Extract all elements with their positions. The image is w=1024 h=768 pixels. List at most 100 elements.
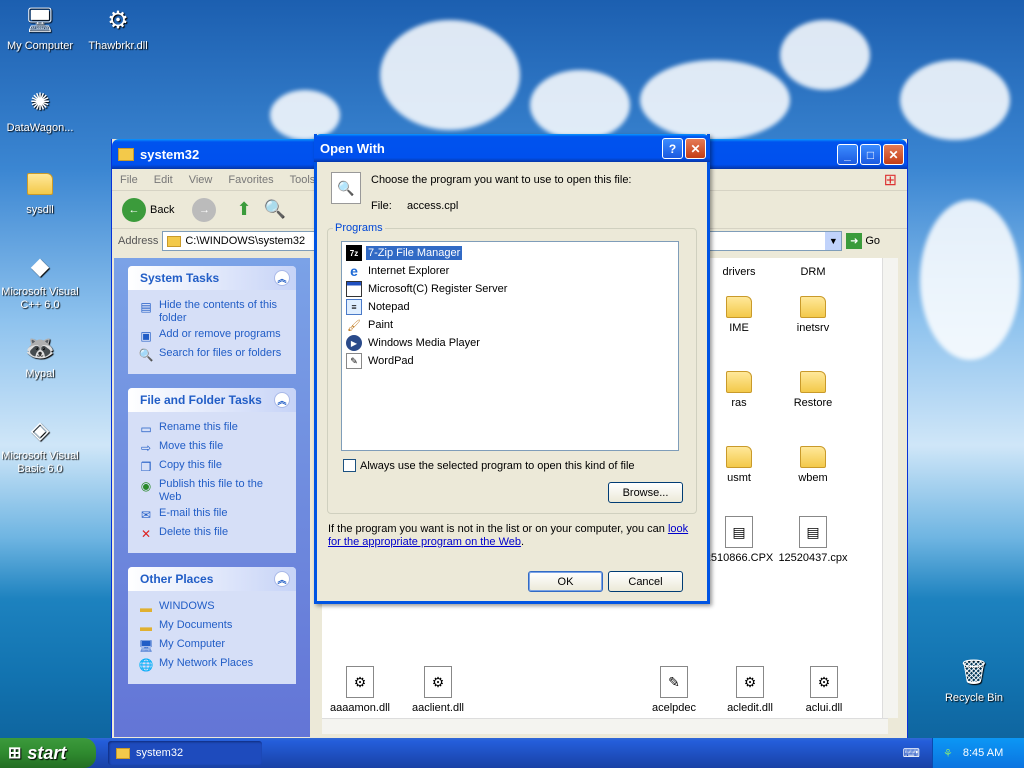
file-item[interactable]: ⚙ aaclient.dll (398, 666, 478, 714)
program-7zip[interactable]: 7z 7-Zip File Manager (342, 244, 678, 262)
desktop-icon-datawagon[interactable]: ✺ DataWagon... (0, 86, 80, 135)
address-label: Address (118, 235, 159, 247)
file-label: inetsrv (796, 322, 830, 334)
task-publish-file[interactable]: ◉ Publish this file to the Web (138, 478, 288, 504)
panel-header[interactable]: File and Folder Tasks ︽ (128, 388, 296, 412)
forward-arrow-icon[interactable]: → (192, 197, 217, 222)
desktop-icon-mypal[interactable]: 🦝 Mypal (0, 332, 80, 381)
file-label: 12520437.cpx (778, 552, 848, 564)
file-label: aaclient.dll (412, 702, 464, 714)
program-wordpad[interactable]: ✎ WordPad (342, 352, 678, 370)
shortcut-icon: ◈ (30, 416, 50, 444)
place-my-computer[interactable]: 🖥 My Computer (138, 638, 288, 654)
keyboard-icon[interactable]: ⌨ (903, 746, 920, 760)
maximize-button[interactable]: □ (860, 144, 881, 165)
help-button[interactable]: ? (662, 138, 683, 159)
file-item[interactable]: IME (699, 296, 779, 334)
task-email-file[interactable]: ✉ E-mail this file (138, 507, 288, 523)
chevron-down-icon[interactable]: ▼ (825, 232, 842, 250)
cancel-button[interactable]: Cancel (608, 571, 683, 592)
file-item[interactable]: usmt (699, 446, 779, 484)
back-button[interactable]: ← Back (122, 197, 174, 222)
file-item[interactable]: ⚙ acledit.dll (710, 666, 790, 714)
taskbar-item-system32[interactable]: system32 (108, 741, 262, 765)
file-item[interactable]: ▤ 2510866.CPX (699, 516, 779, 564)
taskbar: ⊞ start system32 ⌨ ⚘ 8:45 AM (0, 738, 1024, 768)
ok-button[interactable]: OK (528, 571, 603, 592)
network-tray-icon[interactable]: ⚘ (943, 747, 953, 760)
menu-edit[interactable]: Edit (154, 174, 173, 186)
task-label: Copy this file (159, 459, 222, 471)
delete-icon: ✕ (140, 526, 152, 541)
menu-file[interactable]: File (120, 174, 138, 186)
program-windows-media-player[interactable]: ▶ Windows Media Player (342, 334, 678, 352)
desktop-icon-label: sysdll (26, 204, 54, 216)
menu-view[interactable]: View (189, 174, 213, 186)
place-my-documents[interactable]: ▬ My Documents (138, 619, 288, 635)
programs-list[interactable]: 7z 7-Zip File Manager e Internet Explorer … (341, 241, 679, 451)
task-add-remove-programs[interactable]: ▣ Add or remove programs (138, 328, 288, 344)
task-move-file[interactable]: ⇨ Move this file (138, 440, 288, 456)
documents-icon: ▬ (140, 619, 152, 634)
menu-tools[interactable]: Tools (290, 174, 316, 186)
collapse-chevron-icon[interactable]: ︽ (274, 392, 290, 408)
file-folder-tasks-panel: File and Folder Tasks ︽ ▭ Rename this fil… (128, 388, 296, 553)
task-hide-contents[interactable]: ▤ Hide the contents of this folder (138, 299, 288, 325)
browse-button[interactable]: Browse... (608, 482, 683, 503)
file-item[interactable]: DRM (773, 266, 853, 278)
always-use-checkbox[interactable]: Always use the selected program to open … (343, 459, 635, 472)
file-item[interactable]: wbem (773, 446, 853, 484)
task-delete-file[interactable]: ✕ Delete this file (138, 526, 288, 542)
prompt-text: Choose the program you want to use to op… (371, 174, 632, 186)
go-button[interactable]: ➜ Go (846, 233, 880, 249)
desktop-icon-sysdll[interactable]: sysdll (0, 168, 80, 217)
search-icon[interactable]: 🔍 (264, 199, 286, 220)
file-item[interactable]: ⚙ aaaamon.dll (320, 666, 400, 714)
panel-header[interactable]: System Tasks ︽ (128, 266, 296, 290)
program-label: Internet Explorer (368, 265, 450, 277)
clock[interactable]: 8:45 AM (963, 747, 1003, 759)
file-item[interactable]: ▤ 12520437.cpx (773, 516, 853, 564)
taskbar-item-label: system32 (136, 747, 184, 759)
file-item[interactable]: ras (699, 371, 779, 409)
desktop-icon-my-computer[interactable]: 🖥 My Computer (0, 4, 80, 53)
file-item[interactable]: Restore (773, 371, 853, 409)
task-search-files[interactable]: 🔍 Search for files or folders (138, 347, 288, 363)
desktop-icon-visual-basic[interactable]: ◈ Microsoft Visual Basic 6.0 (0, 414, 80, 476)
program-internet-explorer[interactable]: e Internet Explorer (342, 262, 678, 280)
menu-favorites[interactable]: Favorites (228, 174, 273, 186)
desktop-icon-label: Microsoft Visual Basic 6.0 (1, 450, 79, 475)
file-item[interactable]: inetsrv (773, 296, 853, 334)
file-item[interactable]: drivers (699, 266, 779, 278)
close-button[interactable]: ✕ (883, 144, 904, 165)
vertical-scrollbar[interactable] (882, 258, 898, 718)
file-item[interactable]: ✎ acelpdec (634, 666, 714, 714)
file-item[interactable]: ⚙ aclui.dll (784, 666, 864, 714)
horizontal-scrollbar[interactable] (322, 718, 888, 734)
windows-logo-icon: ⊞ (883, 171, 897, 189)
desktop-icon-recycle-bin[interactable]: 🗑 Recycle Bin (934, 656, 1014, 705)
place-windows[interactable]: ▬ WINDOWS (138, 600, 288, 616)
panel-header[interactable]: Other Places ︽ (128, 567, 296, 591)
task-copy-file[interactable]: ❐ Copy this file (138, 459, 288, 475)
go-arrow-icon: ➜ (846, 233, 863, 249)
desktop-icon-visual-cpp[interactable]: ◆ Microsoft Visual C++ 6.0 (0, 250, 80, 312)
checkbox-box[interactable] (343, 459, 356, 472)
program-notepad[interactable]: ≡ Notepad (342, 298, 678, 316)
email-icon: ✉ (140, 507, 152, 522)
up-folder-icon[interactable]: ⬆ (236, 199, 251, 220)
programs-icon: ▣ (140, 328, 152, 343)
collapse-chevron-icon[interactable]: ︽ (274, 571, 290, 587)
dialog-title-bar[interactable]: Open With ? ✕ (314, 134, 710, 162)
task-label: My Network Places (159, 657, 254, 669)
program-register-server[interactable]: Microsoft(C) Register Server (342, 280, 678, 298)
place-my-network-places[interactable]: 🌐 My Network Places (138, 657, 288, 673)
program-paint[interactable]: 🖌 Paint (342, 316, 678, 334)
minimize-button[interactable]: _ (837, 144, 858, 165)
task-rename-file[interactable]: ▭ Rename this file (138, 421, 288, 437)
start-button[interactable]: ⊞ start (0, 738, 96, 768)
collapse-chevron-icon[interactable]: ︽ (274, 270, 290, 286)
close-button[interactable]: ✕ (685, 138, 706, 159)
folder-icon (800, 446, 826, 468)
desktop-icon-thawbrkr[interactable]: ⚙ Thawbrkr.dll (78, 4, 158, 53)
